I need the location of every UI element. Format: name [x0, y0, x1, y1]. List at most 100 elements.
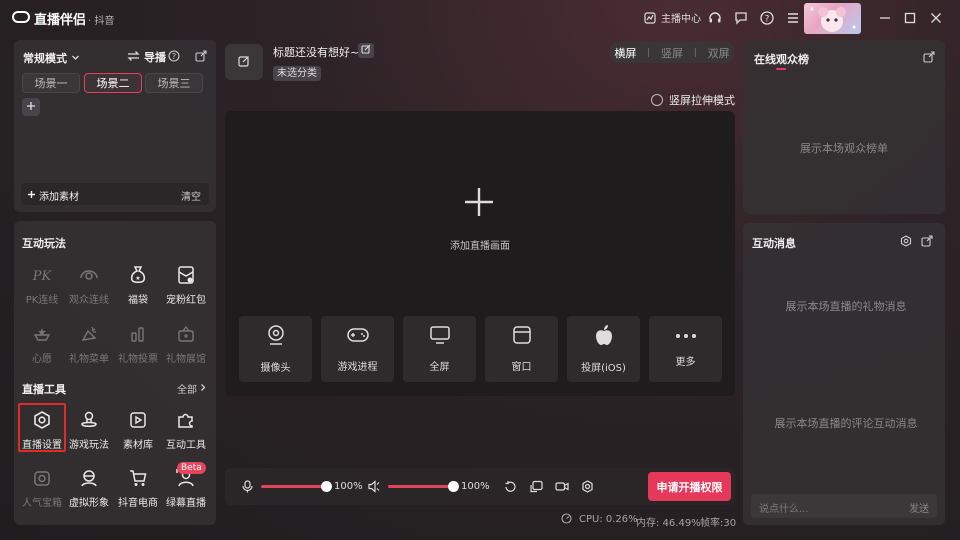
game-play-icon: [76, 407, 102, 433]
ios-cast-source-button[interactable]: 投屏(iOS): [567, 316, 640, 382]
viewers-panel: 在线观众榜 展示本场观众榜单: [743, 40, 945, 214]
audience-link-button[interactable]: 观众连线: [64, 262, 114, 308]
speaker-volume-slider[interactable]: [388, 481, 459, 492]
camera-source-button[interactable]: 摄像头: [239, 316, 312, 382]
close-icon[interactable]: [929, 11, 943, 25]
popout-icon[interactable]: [195, 50, 207, 65]
material-library-button[interactable]: 素材库: [113, 407, 163, 453]
scene-tab-1[interactable]: 场景一: [22, 73, 80, 93]
interactive-tools-button[interactable]: 互动工具: [161, 407, 211, 453]
performance-icon: [561, 513, 572, 527]
wish-button[interactable]: 心愿: [17, 321, 67, 367]
guide-button[interactable]: 导播: [127, 49, 166, 65]
game-process-source-button[interactable]: 游戏进程: [321, 316, 394, 382]
speaker-icon[interactable]: [368, 480, 381, 496]
help-icon[interactable]: ?: [168, 50, 180, 65]
headset-icon[interactable]: [708, 11, 722, 25]
video-camera-icon[interactable]: [555, 480, 569, 496]
orientation-switch: 横屏 | 竖屏 | 双屏: [609, 42, 735, 63]
app-name: 直播伴侣: [34, 13, 87, 28]
red-packet-button[interactable]: 宠粉红包: [161, 262, 211, 308]
mic-volume-knob[interactable]: [321, 481, 332, 492]
gift-menu-button[interactable]: 礼物菜单: [64, 321, 114, 367]
scene-tab-2[interactable]: 场景二: [84, 73, 142, 93]
minimize-icon[interactable]: [878, 11, 892, 25]
gift-vote-button[interactable]: 礼物投票: [113, 321, 163, 367]
speaker-volume-value: 100%: [461, 481, 490, 492]
virtual-avatar-button[interactable]: 虚拟形象: [64, 465, 114, 511]
stretch-mode-radio[interactable]: 竖屏拉伸模式: [651, 92, 735, 108]
gift-messages-placeholder: 展示本场直播的礼物消息: [785, 300, 907, 313]
plus-icon: [26, 99, 36, 115]
comment-messages-placeholder: 展示本场直播的评论互动消息: [774, 417, 918, 430]
game-process-label: 游戏进程: [337, 362, 378, 373]
scene-tab-3[interactable]: 场景三: [145, 73, 203, 93]
gift-menu-label: 礼物菜单: [69, 354, 109, 365]
wish-label: 心愿: [32, 354, 52, 365]
more-source-button[interactable]: 更多: [649, 316, 722, 382]
add-screen-plus-icon[interactable]: [463, 186, 495, 221]
gift-hall-button[interactable]: 礼物展馆: [161, 321, 211, 367]
mic-volume-fill: [261, 485, 326, 488]
lucky-bag-button[interactable]: ★ 福袋: [113, 262, 163, 308]
speaker-volume-knob[interactable]: [448, 481, 459, 492]
live-settings-button[interactable]: 直播设置: [17, 407, 67, 453]
all-tools-link[interactable]: 全部: [177, 381, 207, 396]
settings-gear-icon[interactable]: [581, 480, 594, 496]
pk-link-label: PK连线: [25, 295, 59, 306]
user-avatar[interactable]: [804, 3, 861, 34]
clear-button[interactable]: 清空: [181, 188, 201, 203]
popout-icon[interactable]: [921, 235, 933, 250]
tab-dual[interactable]: 双屏: [708, 45, 730, 61]
all-tools-label: 全部: [177, 385, 197, 396]
lucky-bag-label: 福袋: [128, 295, 148, 306]
settings-gear-icon[interactable]: [900, 235, 912, 250]
add-scene-button[interactable]: [22, 98, 40, 116]
mode-dropdown[interactable]: 常规模式: [23, 50, 80, 66]
edit-title-button[interactable]: [358, 43, 374, 58]
tab-landscape[interactable]: 横屏: [614, 45, 636, 61]
category-tag[interactable]: 未选分类: [273, 66, 321, 81]
camera-label: 摄像头: [260, 363, 291, 374]
maximize-icon[interactable]: [903, 11, 917, 25]
help-icon[interactable]: ?: [760, 11, 774, 25]
wish-icon: [29, 321, 55, 347]
green-screen-label: 绿幕直播: [166, 498, 206, 509]
message-input[interactable]: 说点什么... 发送: [751, 494, 937, 518]
more-label: 更多: [675, 357, 696, 368]
material-bar: 添加素材 清空: [21, 183, 209, 205]
fullscreen-source-button[interactable]: 全屏: [403, 316, 476, 382]
separator: |: [693, 47, 697, 58]
cast-screen-icon[interactable]: [530, 480, 543, 496]
guide-label: 导播: [144, 51, 166, 64]
radio-circle: [651, 94, 663, 106]
game-play-button[interactable]: 游戏玩法: [64, 407, 114, 453]
window-source-button[interactable]: 窗口: [485, 316, 558, 382]
cart-icon: [125, 465, 151, 491]
apply-live-permission-button[interactable]: 申请开播权限: [648, 472, 731, 501]
gift-hall-icon: [173, 321, 199, 347]
stream-title[interactable]: 标题还没有想好~: [273, 44, 359, 60]
material-library-label: 素材库: [123, 440, 153, 451]
treasure-box-button[interactable]: 人气宝箱: [17, 465, 67, 511]
microphone-icon[interactable]: [242, 480, 253, 496]
host-center-button[interactable]: 主播中心: [643, 10, 701, 25]
speaker-volume-fill: [388, 485, 453, 488]
tab-portrait[interactable]: 竖屏: [661, 45, 683, 61]
edit-cover-button[interactable]: [225, 44, 263, 80]
fullscreen-label: 全屏: [429, 362, 450, 373]
pk-icon: PK: [29, 262, 55, 288]
tools-title: 直播工具: [22, 383, 66, 396]
popout-icon[interactable]: [923, 51, 935, 66]
douyin-shop-button[interactable]: 抖音电商: [113, 465, 163, 511]
send-button[interactable]: 发送: [909, 500, 929, 515]
pk-link-button[interactable]: PK PK连线: [17, 262, 67, 308]
chat-bubble-icon[interactable]: [734, 11, 748, 25]
mic-volume-slider[interactable]: [261, 481, 332, 492]
audience-link-label: 观众连线: [69, 295, 109, 306]
menu-icon[interactable]: [786, 11, 800, 25]
cpu-usage: CPU: 0.26%: [579, 514, 638, 525]
sync-icon[interactable]: [504, 480, 517, 496]
edit-icon: [361, 44, 371, 57]
add-material-button[interactable]: 添加素材: [27, 188, 79, 203]
